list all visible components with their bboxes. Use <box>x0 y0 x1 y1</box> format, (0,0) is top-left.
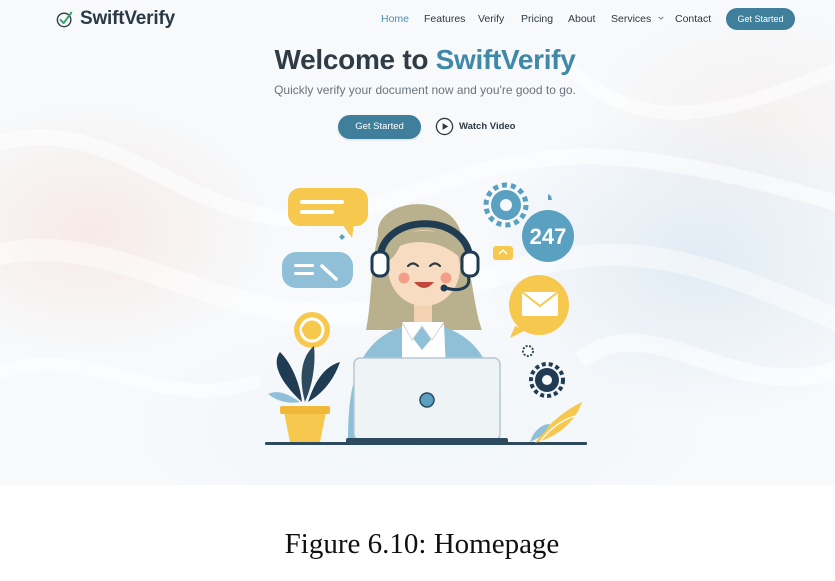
hero-get-started-button[interactable]: Get Started <box>338 115 421 139</box>
figure-caption: Figure 6.10: Homepage <box>284 528 560 560</box>
flag-icon <box>493 246 513 260</box>
settings-gear-icon <box>529 362 565 398</box>
nav-services-label: Services <box>611 13 652 25</box>
nav-contact[interactable]: Contact <box>675 13 711 25</box>
sparkle-icon <box>339 234 345 240</box>
hero-title: Welcome to SwiftVerify <box>0 44 835 76</box>
top-navbar: SwiftVerify Home Features Verify Pricing… <box>0 0 835 40</box>
chevron-down-icon <box>658 16 664 20</box>
mail-icon <box>509 275 569 338</box>
nav-features[interactable]: Features <box>424 13 465 25</box>
watch-video-button[interactable]: Watch Video <box>435 117 515 136</box>
hero-title-prefix: Welcome to <box>274 44 436 75</box>
support-247-badge: 247 <box>522 210 574 262</box>
play-circle-icon <box>435 117 454 136</box>
potted-plant <box>268 346 340 442</box>
leaf-decoration <box>530 402 582 443</box>
chat-bubble-icon <box>288 188 368 238</box>
small-gear-icon <box>522 345 534 357</box>
laptop <box>346 357 508 444</box>
nav-pricing[interactable]: Pricing <box>521 13 553 25</box>
badge-247-text: 247 <box>530 224 567 249</box>
hero-subtitle: Quickly verify your document now and you… <box>274 83 576 97</box>
nav-menu: Home Features Verify Pricing About Servi… <box>0 13 835 27</box>
watch-video-label: Watch Video <box>459 121 516 132</box>
nav-home[interactable]: Home <box>381 13 409 25</box>
refresh-coin-icon <box>294 312 330 348</box>
nav-get-started-button[interactable]: Get Started <box>726 8 795 30</box>
homepage-screenshot: SwiftVerify Home Features Verify Pricing… <box>0 0 835 485</box>
message-bubble-icon <box>282 252 353 288</box>
support-agent-illustration: 247 <box>265 182 587 445</box>
hero-title-accent: SwiftVerify <box>435 44 576 75</box>
star-icon <box>548 194 552 200</box>
gear-icon <box>483 182 529 228</box>
nav-about[interactable]: About <box>568 13 595 25</box>
nav-services[interactable]: Services <box>611 13 664 25</box>
nav-verify[interactable]: Verify <box>478 13 504 25</box>
